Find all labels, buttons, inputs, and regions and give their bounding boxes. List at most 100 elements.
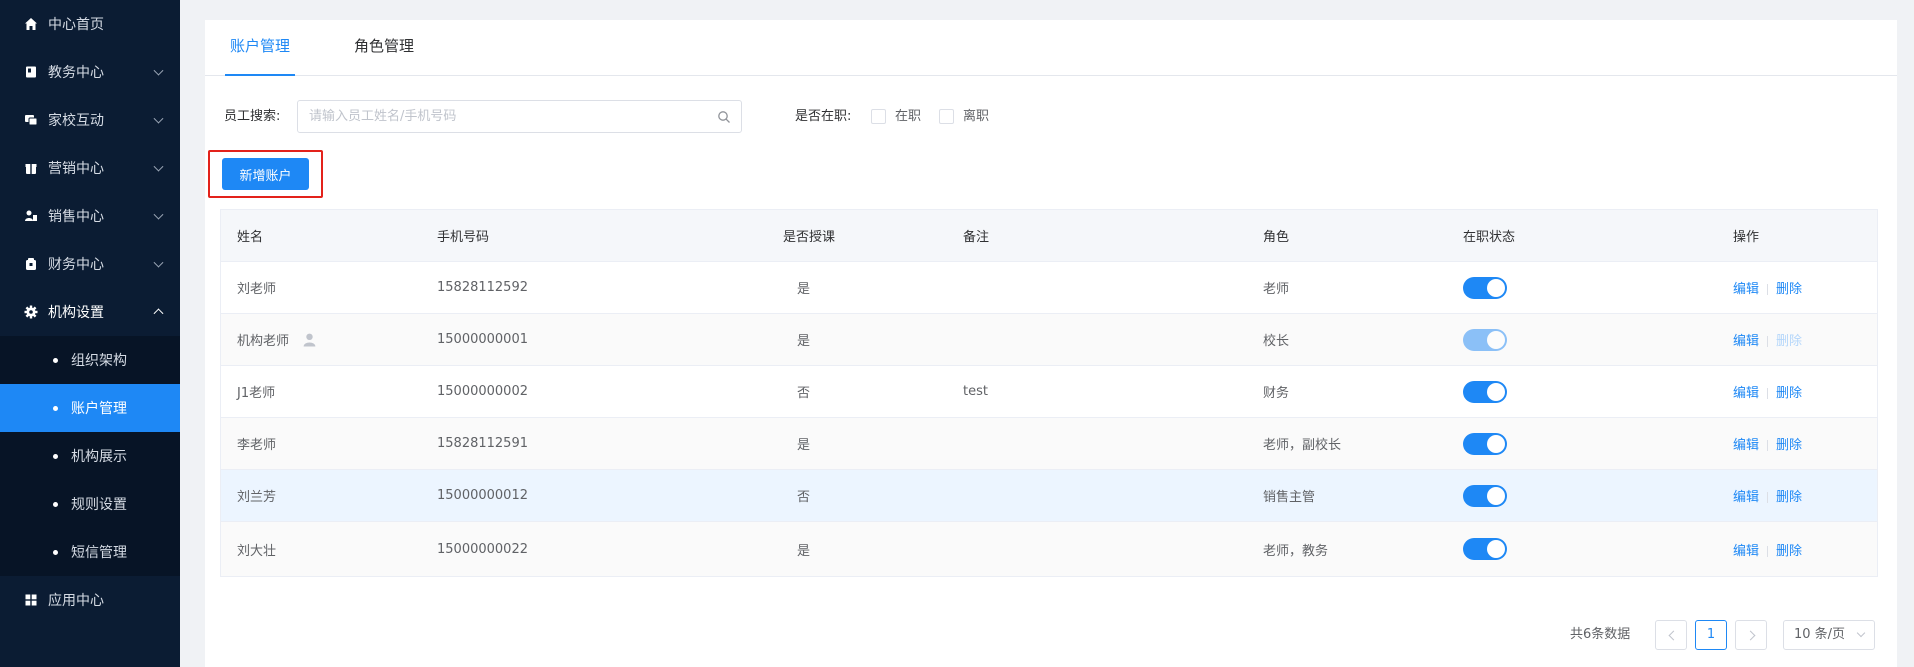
user-icon: [303, 333, 316, 347]
edit-link[interactable]: 编辑: [1733, 438, 1759, 453]
add-account-button[interactable]: 新增账户: [222, 158, 309, 190]
status-toggle[interactable]: [1463, 380, 1507, 403]
search-icon[interactable]: [717, 110, 731, 124]
employee-search-label: 员工搜索:: [224, 109, 281, 124]
sidebar-item-finance[interactable]: 财务中心: [0, 240, 180, 288]
tab-bar: 账户管理 角色管理: [205, 20, 1897, 76]
sidebar-subitem-org-structure[interactable]: 组织架构: [0, 336, 180, 384]
edit-link[interactable]: 编辑: [1733, 282, 1759, 297]
accounts-table: 姓名 手机号码 是否授课 备注 角色 在职状态 操作 刘老师 158281125…: [220, 209, 1878, 577]
divider: [1767, 492, 1769, 503]
column-header-actions: 操作: [1733, 230, 1760, 245]
delete-link[interactable]: 删除: [1776, 490, 1802, 505]
employee-search-box: [297, 100, 742, 133]
phone-cell: 15828112591: [437, 436, 528, 451]
edit-link[interactable]: 编辑: [1733, 544, 1759, 559]
sidebar-subitem-label: 规则设置: [71, 497, 127, 513]
sidebar-item-app-center[interactable]: 应用中心: [0, 576, 180, 624]
sidebar-item-label: 应用中心: [48, 593, 104, 609]
edit-link[interactable]: 编辑: [1733, 334, 1759, 349]
users-icon: [25, 210, 37, 221]
teaches-cell: 是: [797, 334, 811, 349]
sidebar-subitem-account-management[interactable]: 账户管理: [0, 384, 180, 432]
employed-checkbox[interactable]: [871, 109, 886, 124]
delete-link[interactable]: 删除: [1776, 544, 1802, 559]
role-cell: 老师，副校长: [1263, 438, 1342, 453]
column-header-name: 姓名: [237, 230, 264, 245]
tab-role-management[interactable]: 角色管理: [354, 20, 414, 76]
employed-checkbox-label: 在职: [895, 109, 922, 124]
delete-link[interactable]: 删除: [1776, 282, 1802, 297]
divider: [1767, 545, 1769, 557]
home-icon: [25, 18, 37, 30]
table-row: J1老师 15000000002 否 test 财务 编辑 删除: [221, 366, 1877, 418]
phone-cell: 15000000022: [437, 541, 528, 557]
chevron-down-icon: [1856, 628, 1866, 638]
page-size-value: 10 条/页: [1794, 627, 1846, 642]
bullet-icon: [53, 357, 58, 363]
status-toggle[interactable]: [1463, 538, 1507, 560]
sidebar-subitem-org-display[interactable]: 机构展示: [0, 432, 180, 480]
book-icon: [26, 66, 36, 78]
sidebar-item-home-school[interactable]: 家校互动: [0, 96, 180, 144]
resigned-checkbox-label: 离职: [963, 109, 990, 124]
delete-link[interactable]: 删除: [1776, 438, 1802, 453]
gift-icon: [25, 164, 37, 174]
employee-search-input[interactable]: [298, 101, 698, 132]
gear-icon: [24, 305, 38, 319]
status-toggle[interactable]: [1463, 432, 1507, 455]
phone-cell: 15000000002: [437, 384, 528, 399]
sidebar-subitem-sms-management[interactable]: 短信管理: [0, 528, 180, 576]
sidebar-subitem-label: 机构展示: [71, 449, 127, 465]
chat-icon: [25, 115, 38, 126]
status-toggle[interactable]: [1463, 276, 1507, 299]
sidebar-item-label: 教务中心: [48, 65, 104, 81]
edit-link[interactable]: 编辑: [1733, 490, 1759, 505]
table-row: 刘兰芳 15000000012 否 销售主管 编辑 删除: [221, 470, 1877, 522]
bullet-icon: [53, 405, 58, 411]
chevron-down-icon: [153, 113, 164, 124]
teaches-cell: 是: [797, 438, 811, 453]
chevron-down-icon: [153, 65, 164, 76]
table-row: 刘老师 15828112592 是 老师 编辑 删除: [221, 262, 1877, 314]
pagination: 共6条数据 1 10 条/页: [205, 620, 1897, 650]
divider: [1767, 336, 1769, 347]
divider: [1767, 440, 1769, 451]
sidebar-item-org-settings[interactable]: 机构设置: [0, 288, 180, 336]
prev-page-button[interactable]: [1655, 620, 1687, 650]
sidebar-item-academic[interactable]: 教务中心: [0, 48, 180, 96]
delete-link[interactable]: 删除: [1776, 386, 1802, 401]
name-cell: 机构老师: [237, 334, 290, 349]
main-panel: 账户管理 角色管理 员工搜索: 是否在职: 在职 离职 新增账户 姓名 手机号码…: [205, 20, 1897, 667]
sidebar-item-label: 财务中心: [48, 257, 104, 273]
role-cell: 销售主管: [1263, 490, 1316, 505]
page-number-current[interactable]: 1: [1695, 620, 1727, 650]
bullet-icon: [53, 453, 58, 459]
sidebar-subitem-label: 账户管理: [71, 401, 127, 417]
edit-link[interactable]: 编辑: [1733, 386, 1759, 401]
status-toggle[interactable]: [1463, 484, 1507, 507]
total-count: 共6条数据: [1570, 627, 1631, 642]
resigned-checkbox[interactable]: [939, 109, 954, 124]
sidebar-item-sales[interactable]: 销售中心: [0, 192, 180, 240]
sidebar-item-home[interactable]: 中心首页: [0, 0, 180, 48]
sidebar-subitem-rule-settings[interactable]: 规则设置: [0, 480, 180, 528]
divider: [1767, 388, 1769, 399]
name-cell: 刘大壮: [237, 543, 277, 559]
role-cell: 老师，教务: [1263, 543, 1329, 559]
table-row: 刘大壮 15000000022 是 老师，教务 编辑 删除: [221, 522, 1877, 576]
tab-account-management[interactable]: 账户管理: [224, 20, 296, 76]
teaches-cell: 否: [797, 386, 811, 401]
chevron-down-icon: [153, 257, 164, 268]
next-page-button[interactable]: [1735, 620, 1767, 650]
sidebar-item-marketing[interactable]: 营销中心: [0, 144, 180, 192]
bullet-icon: [53, 549, 58, 555]
name-cell: 李老师: [237, 438, 277, 453]
teaches-cell: 是: [797, 543, 811, 559]
table-header: 姓名 手机号码 是否授课 备注 角色 在职状态 操作: [221, 210, 1877, 262]
page-size-select[interactable]: 10 条/页: [1783, 620, 1875, 650]
phone-cell: 15000000012: [437, 488, 528, 503]
table-row: 李老师 15828112591 是 老师，副校长 编辑 删除: [221, 418, 1877, 470]
phone-cell: 15828112592: [437, 280, 528, 295]
delete-link: 删除: [1776, 334, 1803, 349]
